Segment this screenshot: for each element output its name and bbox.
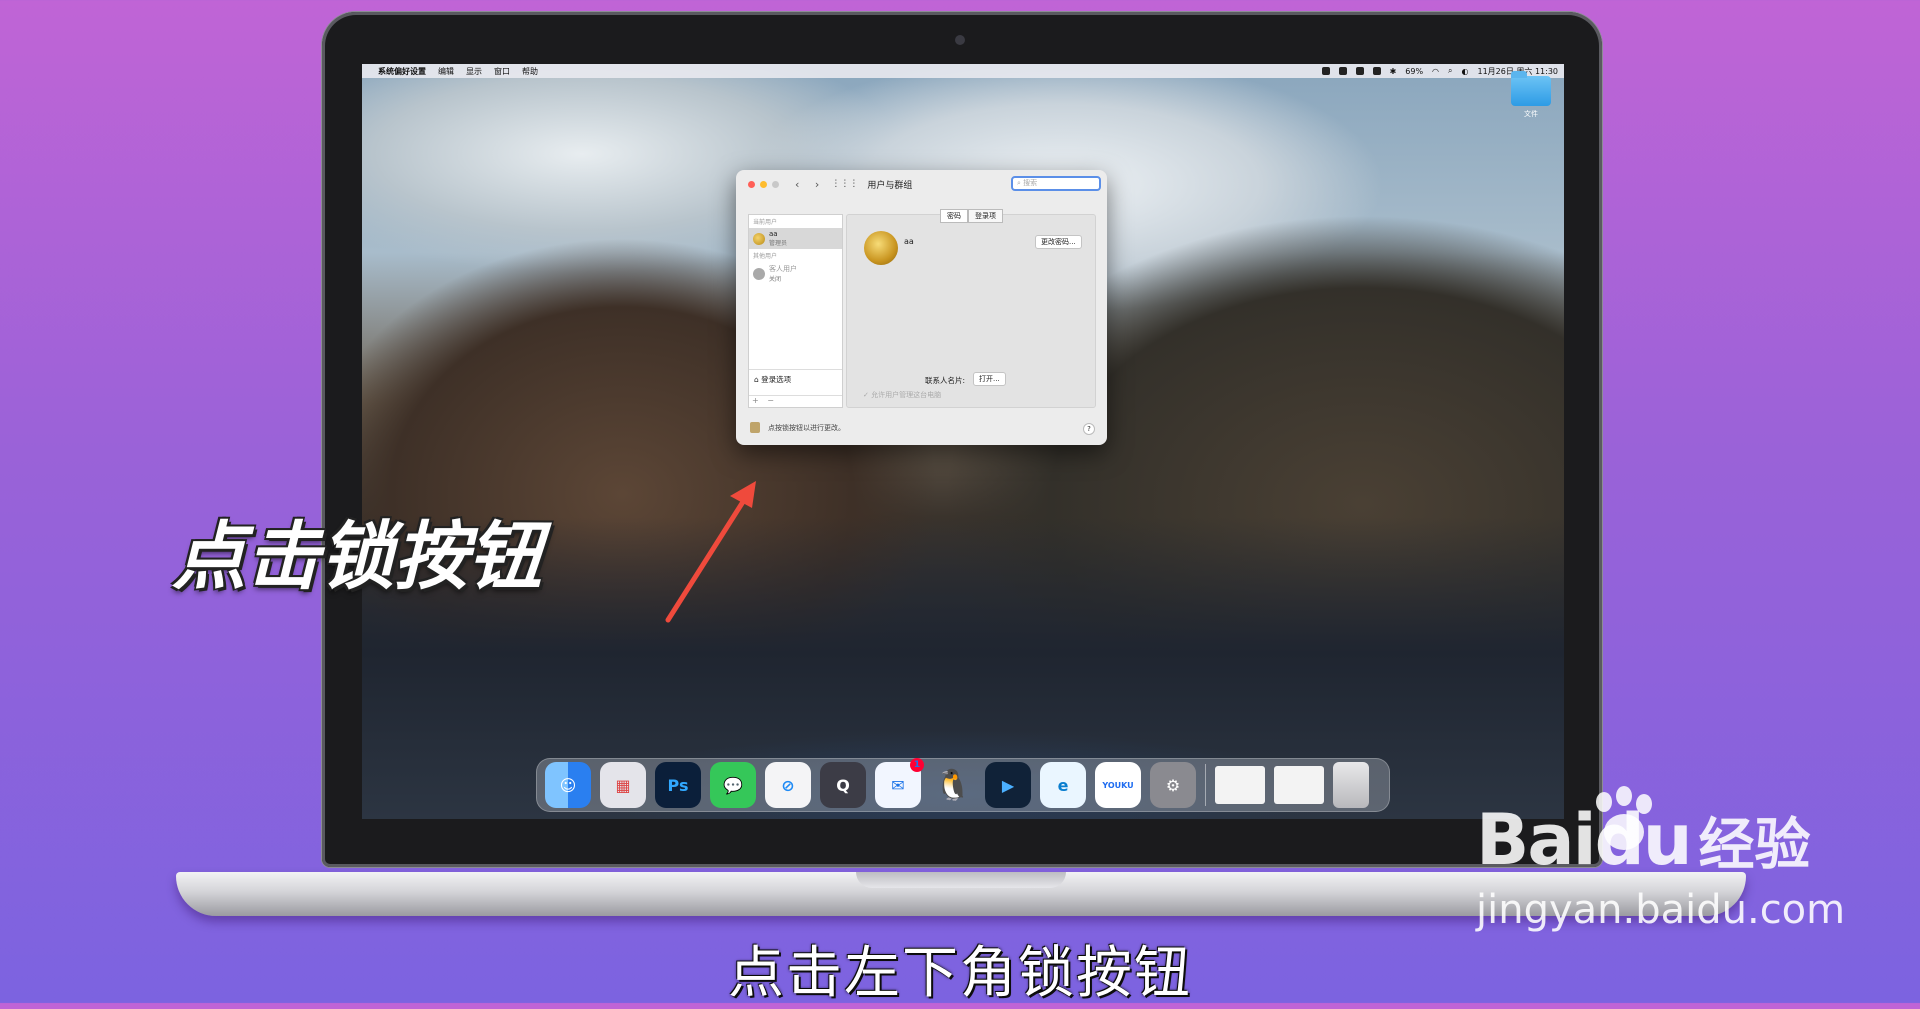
caption-title: 点击锁按钮 [172, 514, 542, 600]
watermark-url: jingyan.baidu.com [1476, 887, 1846, 933]
baidu-watermark: Baidu 经验 jingyan.baidu.com [1476, 800, 1845, 933]
watermark-logo: Baidu [1476, 799, 1693, 881]
subtitle: 点击左下角锁按钮 [728, 941, 1192, 1006]
watermark-cn: 经验 [1698, 813, 1811, 878]
